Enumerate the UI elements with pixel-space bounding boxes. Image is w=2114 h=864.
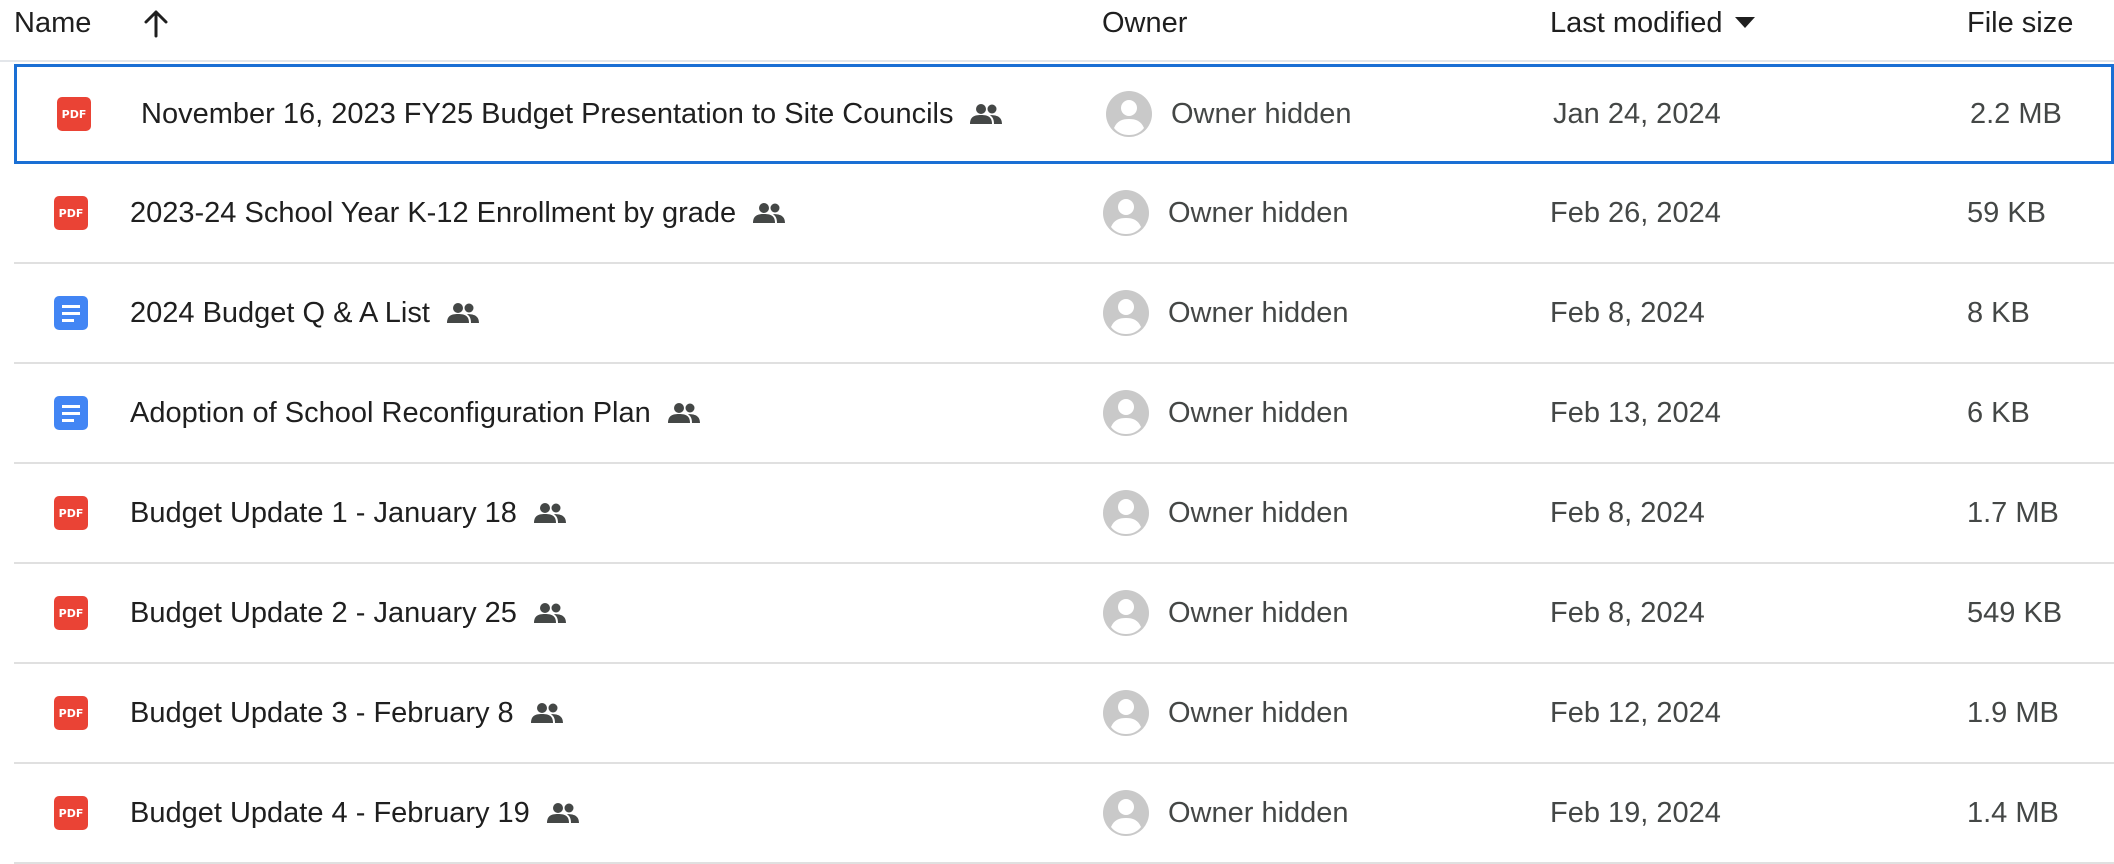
avatar-placeholder-icon (1102, 289, 1150, 337)
owner-cell: Owner hidden (1102, 164, 1349, 262)
google-docs-icon (54, 396, 88, 430)
owner-name: Owner hidden (1168, 296, 1349, 329)
avatar-placeholder-icon (1102, 189, 1150, 237)
shared-people-icon (533, 602, 567, 624)
file-name-cell[interactable]: Budget Update 2 - January 25 (130, 564, 567, 662)
file-size: 6 KB (1967, 396, 2030, 429)
last-modified-date: Feb 12, 2024 (1550, 696, 1721, 729)
file-name-cell[interactable]: Adoption of School Reconfiguration Plan (130, 364, 701, 462)
file-type-icon-cell: PDF (54, 764, 88, 862)
owner-name: Owner hidden (1168, 596, 1349, 629)
file-size: 1.4 MB (1967, 796, 2059, 829)
shared-people-icon (667, 402, 701, 424)
file-size: 1.9 MB (1967, 696, 2059, 729)
file-name: Adoption of School Reconfiguration Plan (130, 396, 651, 429)
file-name-cell[interactable]: Budget Update 4 - February 19 (130, 764, 580, 862)
file-list-header: Name Owner Last modified File size (0, 0, 2114, 62)
owner-name: Owner hidden (1168, 696, 1349, 729)
last-modified-date: Feb 8, 2024 (1550, 496, 1705, 529)
last-modified-date: Feb 19, 2024 (1550, 796, 1721, 829)
pdf-icon: PDF (54, 596, 88, 630)
file-name: November 16, 2023 FY25 Budget Presentati… (141, 97, 954, 130)
file-name-cell[interactable]: Budget Update 1 - January 18 (130, 464, 567, 562)
owner-name: Owner hidden (1168, 796, 1349, 829)
owner-cell: Owner hidden (1102, 664, 1349, 762)
file-row[interactable]: PDF 2023-24 School Year K-12 Enrollment … (14, 164, 2114, 264)
file-row[interactable]: PDF November 16, 2023 FY25 Budget Presen… (14, 64, 2114, 164)
file-type-icon-cell (54, 364, 88, 462)
file-name: Budget Update 2 - January 25 (130, 596, 517, 629)
column-header-last-modified-label: Last modified (1550, 7, 1723, 39)
file-type-icon-cell: PDF (57, 67, 91, 161)
avatar-placeholder-icon (1102, 489, 1150, 537)
pdf-icon: PDF (54, 496, 88, 530)
file-row[interactable]: PDF Budget Update 3 - February 8 Owner h… (14, 664, 2114, 764)
file-size: 8 KB (1967, 296, 2030, 329)
owner-cell: Owner hidden (1105, 67, 1352, 161)
last-modified-date: Feb 8, 2024 (1550, 296, 1705, 329)
owner-cell: Owner hidden (1102, 564, 1349, 662)
owner-cell: Owner hidden (1102, 364, 1349, 462)
column-header-name[interactable]: Name (14, 6, 91, 40)
owner-name: Owner hidden (1168, 496, 1349, 529)
file-type-icon-cell: PDF (54, 664, 88, 762)
arrow-up-icon[interactable] (138, 2, 174, 42)
owner-name: Owner hidden (1168, 396, 1349, 429)
file-type-icon-cell: PDF (54, 564, 88, 662)
file-row[interactable]: PDF Budget Update 4 - February 19 Owner … (14, 764, 2114, 864)
owner-name: Owner hidden (1171, 97, 1352, 130)
shared-people-icon (546, 802, 580, 824)
shared-people-icon (533, 502, 567, 524)
file-type-icon-cell (54, 264, 88, 362)
file-row[interactable]: 2024 Budget Q & A List Owner hidden Feb … (14, 264, 2114, 364)
file-name-cell[interactable]: 2023-24 School Year K-12 Enrollment by g… (130, 164, 786, 262)
file-name: Budget Update 4 - February 19 (130, 796, 530, 829)
file-size: 549 KB (1967, 596, 2063, 629)
pdf-icon: PDF (54, 796, 88, 830)
file-name-cell[interactable]: Budget Update 3 - February 8 (130, 664, 564, 762)
file-type-icon-cell: PDF (54, 164, 88, 262)
file-name-cell[interactable]: 2024 Budget Q & A List (130, 264, 480, 362)
last-modified-date: Feb 8, 2024 (1550, 596, 1705, 629)
file-name: 2023-24 School Year K-12 Enrollment by g… (130, 196, 737, 229)
pdf-icon: PDF (57, 97, 91, 131)
owner-name: Owner hidden (1168, 196, 1349, 229)
file-list: PDF November 16, 2023 FY25 Budget Presen… (0, 64, 2114, 864)
pdf-icon: PDF (54, 196, 88, 230)
file-row[interactable]: PDF Budget Update 2 - January 25 Owner h… (14, 564, 2114, 664)
caret-down-icon[interactable] (1734, 16, 1755, 28)
file-size: 1.7 MB (1967, 496, 2059, 529)
pdf-icon: PDF (54, 696, 88, 730)
file-name: Budget Update 1 - January 18 (130, 496, 517, 529)
file-size: 2.2 MB (1970, 97, 2062, 130)
avatar-placeholder-icon (1102, 789, 1150, 837)
shared-people-icon (530, 702, 564, 724)
avatar-placeholder-icon (1102, 389, 1150, 437)
last-modified-date: Jan 24, 2024 (1553, 97, 1721, 130)
column-header-owner[interactable]: Owner (1102, 6, 1187, 40)
file-name-cell[interactable]: November 16, 2023 FY25 Budget Presentati… (141, 67, 1003, 161)
owner-cell: Owner hidden (1102, 464, 1349, 562)
avatar-placeholder-icon (1102, 689, 1150, 737)
shared-people-icon (752, 202, 786, 224)
column-header-file-size[interactable]: File size (1967, 6, 2073, 40)
google-docs-icon (54, 296, 88, 330)
shared-people-icon (969, 103, 1003, 125)
file-row[interactable]: Adoption of School Reconfiguration Plan … (14, 364, 2114, 464)
file-row[interactable]: PDF Budget Update 1 - January 18 Owner h… (14, 464, 2114, 564)
last-modified-date: Feb 26, 2024 (1550, 196, 1721, 229)
file-name: Budget Update 3 - February 8 (130, 696, 514, 729)
avatar-placeholder-icon (1105, 90, 1153, 138)
owner-cell: Owner hidden (1102, 764, 1349, 862)
file-type-icon-cell: PDF (54, 464, 88, 562)
owner-cell: Owner hidden (1102, 264, 1349, 362)
last-modified-date: Feb 13, 2024 (1550, 396, 1721, 429)
avatar-placeholder-icon (1102, 589, 1150, 637)
file-name: 2024 Budget Q & A List (130, 296, 430, 329)
column-header-last-modified[interactable]: Last modified (1550, 6, 1755, 40)
file-size: 59 KB (1967, 196, 2046, 229)
shared-people-icon (446, 302, 480, 324)
